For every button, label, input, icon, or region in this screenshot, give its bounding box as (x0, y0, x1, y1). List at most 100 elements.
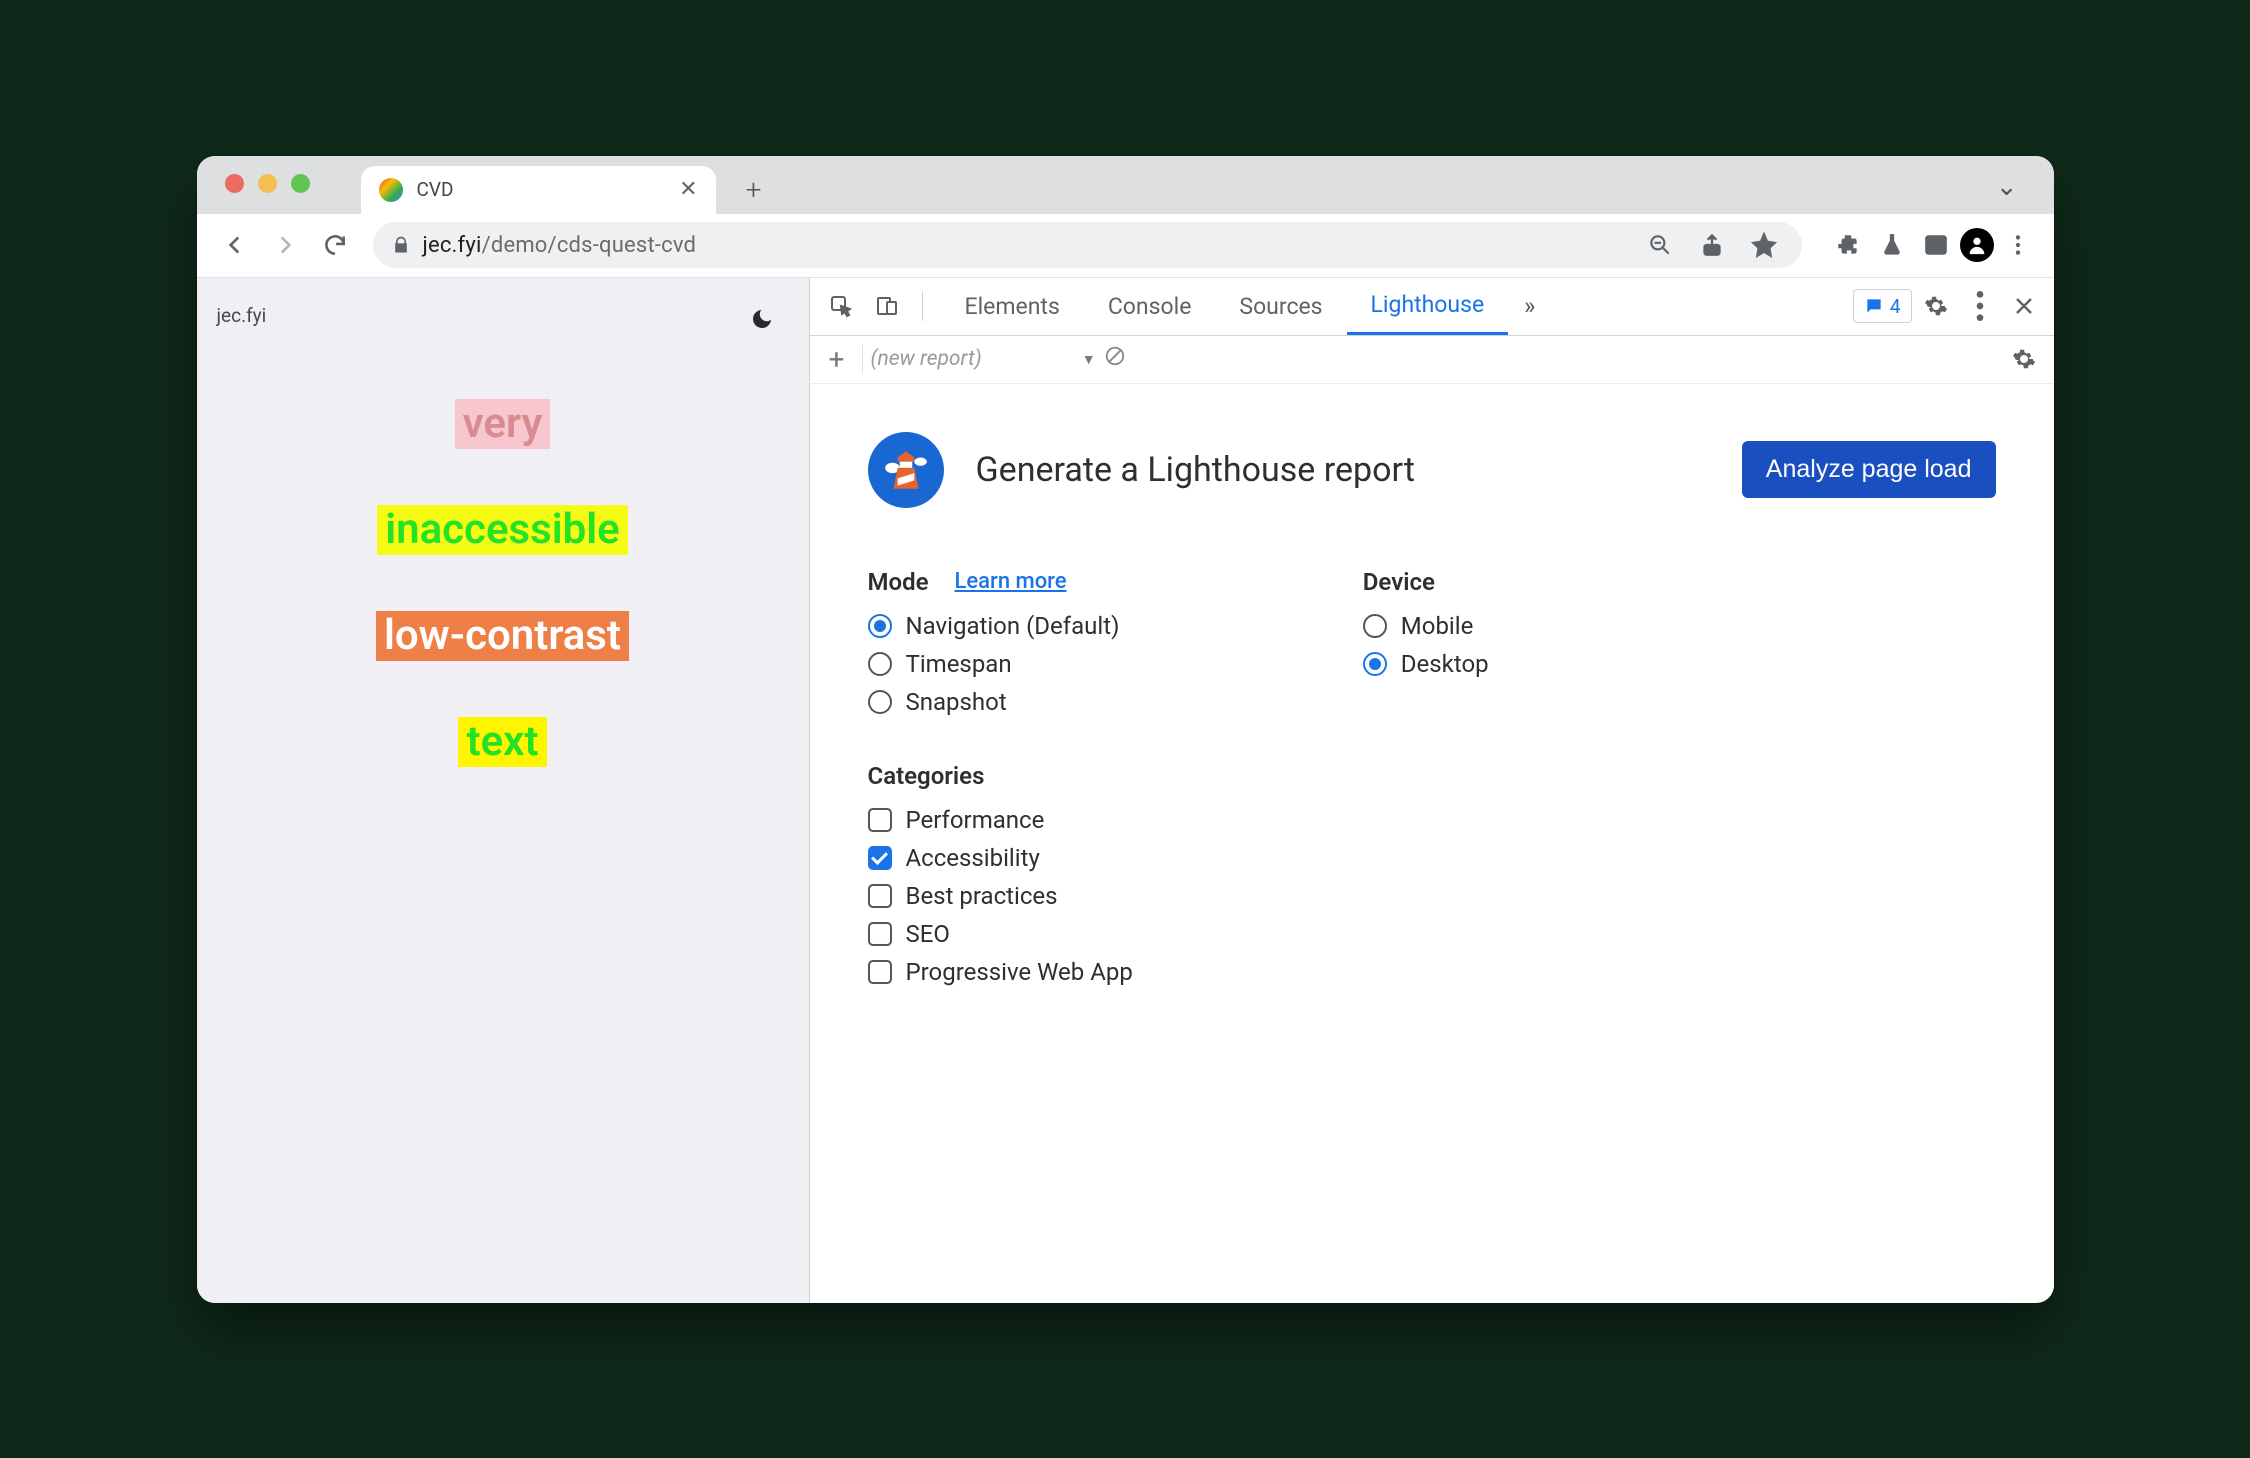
separator (862, 345, 863, 373)
moon-icon (750, 307, 774, 331)
tab-console[interactable]: Console (1084, 277, 1216, 335)
url-text: jec.fyi/demo/cds-quest-cvd (423, 233, 1628, 258)
radio-icon (1363, 614, 1387, 638)
categories-section: Categories Performance Accessibility Best … (868, 762, 1133, 986)
browser-tab[interactable]: CVD ✕ (361, 166, 716, 214)
radio-icon (868, 690, 892, 714)
devtools-close-icon[interactable] (2004, 286, 2044, 326)
toolbar-right (1828, 225, 2038, 265)
lighthouse-settings-icon[interactable] (2004, 339, 2044, 379)
devtools-menu-icon[interactable] (1960, 286, 2000, 326)
devtools: Elements Console Sources Lighthouse » 4 … (809, 278, 2054, 1303)
radio-icon (1363, 652, 1387, 676)
settings-icon[interactable] (1916, 286, 1956, 326)
more-tabs-icon[interactable]: » (1512, 292, 1547, 320)
bookmark-icon[interactable] (1744, 225, 1784, 265)
window-minimize[interactable] (258, 174, 277, 193)
option-label: Navigation (Default) (906, 612, 1120, 640)
radio-icon (868, 652, 892, 676)
chat-icon (1864, 296, 1884, 316)
checkbox-icon (868, 960, 892, 984)
demo-word-2: inaccessible (377, 505, 628, 555)
lighthouse-panel: Generate a Lighthouse report Analyze pag… (810, 384, 2054, 1303)
option-label: Snapshot (906, 688, 1007, 716)
omnibox[interactable]: jec.fyi/demo/cds-quest-cvd (373, 222, 1802, 268)
lock-icon (391, 235, 411, 255)
page-brand: jec.fyi (217, 304, 789, 327)
mode-option-2[interactable]: Snapshot (868, 688, 1133, 716)
clear-icon[interactable] (1104, 345, 1126, 373)
issues-count: 4 (1890, 295, 1901, 318)
option-label: Mobile (1401, 612, 1474, 640)
window-maximize[interactable] (291, 174, 310, 193)
reload-button[interactable] (313, 223, 357, 267)
report-selector-label: (new report) (871, 347, 982, 371)
categories-heading: Categories (868, 762, 985, 790)
new-tab-button[interactable]: + (738, 174, 770, 206)
workspace: jec.fyi very inaccessible low-contrast t… (197, 278, 2054, 1303)
category-option-0[interactable]: Performance (868, 806, 1133, 834)
checkbox-icon (868, 808, 892, 832)
option-label: Timespan (906, 650, 1012, 678)
lighthouse-logo-icon (868, 432, 944, 508)
option-label: SEO (906, 920, 950, 948)
tab-strip: CVD ✕ + ⌄ (197, 156, 2054, 214)
category-option-3[interactable]: SEO (868, 920, 1133, 948)
mode-heading: Mode (868, 568, 929, 596)
device-option-0[interactable]: Mobile (1363, 612, 1489, 640)
issues-badge[interactable]: 4 (1853, 289, 1912, 323)
tab-elements[interactable]: Elements (941, 277, 1084, 335)
forward-button[interactable] (263, 223, 307, 267)
mode-option-0[interactable]: Navigation (Default) (868, 612, 1133, 640)
address-bar: jec.fyi/demo/cds-quest-cvd (197, 214, 2054, 278)
demo-word-1: very (455, 399, 551, 449)
sidepanel-icon[interactable] (1916, 225, 1956, 265)
tab-title: CVD (417, 178, 666, 201)
demo-text-stack: very inaccessible low-contrast text (217, 399, 789, 768)
browser-window: CVD ✕ + ⌄ jec.fyi/demo/cds-quest-cvd (197, 156, 2054, 1303)
share-icon[interactable] (1692, 225, 1732, 265)
new-report-button[interactable]: + (820, 342, 854, 376)
window-controls (225, 174, 310, 193)
demo-word-3: low-contrast (376, 611, 629, 661)
extensions-icon[interactable] (1828, 225, 1868, 265)
window-close[interactable] (225, 174, 244, 193)
learn-more-link[interactable]: Learn more (955, 569, 1067, 594)
inspect-icon[interactable] (820, 285, 862, 327)
tab-close-icon[interactable]: ✕ (679, 177, 697, 202)
menu-icon[interactable] (1998, 225, 2038, 265)
checkbox-icon (868, 846, 892, 870)
lighthouse-title: Generate a Lighthouse report (976, 450, 1710, 490)
labs-icon[interactable] (1872, 225, 1912, 265)
report-selector[interactable]: (new report) ▼ (871, 347, 1096, 371)
lighthouse-toolbar: + (new report) ▼ (810, 336, 2054, 384)
zoom-icon[interactable] (1640, 225, 1680, 265)
mode-option-1[interactable]: Timespan (868, 650, 1133, 678)
favicon-icon (379, 178, 403, 202)
device-option-1[interactable]: Desktop (1363, 650, 1489, 678)
lighthouse-options: Mode Learn more Navigation (Default) Time… (868, 568, 1996, 996)
lighthouse-header: Generate a Lighthouse report Analyze pag… (868, 432, 1996, 508)
mode-section: Mode Learn more Navigation (Default) Time… (868, 568, 1133, 996)
category-option-1[interactable]: Accessibility (868, 844, 1133, 872)
category-option-4[interactable]: Progressive Web App (868, 958, 1133, 986)
demo-word-4: text (458, 717, 546, 767)
chevron-down-icon: ▼ (1082, 351, 1096, 368)
option-label: Progressive Web App (906, 958, 1133, 986)
radio-icon (868, 614, 892, 638)
page-content: jec.fyi very inaccessible low-contrast t… (197, 278, 809, 1303)
option-label: Accessibility (906, 844, 1040, 872)
category-option-2[interactable]: Best practices (868, 882, 1133, 910)
tab-lighthouse[interactable]: Lighthouse (1347, 277, 1509, 335)
device-heading: Device (1363, 568, 1435, 596)
analyze-button[interactable]: Analyze page load (1742, 441, 1996, 498)
back-button[interactable] (213, 223, 257, 267)
device-toolbar-icon[interactable] (866, 285, 908, 327)
checkbox-icon (868, 922, 892, 946)
dark-mode-toggle[interactable] (739, 296, 785, 342)
option-label: Performance (906, 806, 1045, 834)
profile-avatar[interactable] (1960, 228, 1994, 262)
tab-sources[interactable]: Sources (1215, 277, 1346, 335)
option-label: Best practices (906, 882, 1058, 910)
tabs-menu-icon[interactable]: ⌄ (1996, 172, 2018, 202)
